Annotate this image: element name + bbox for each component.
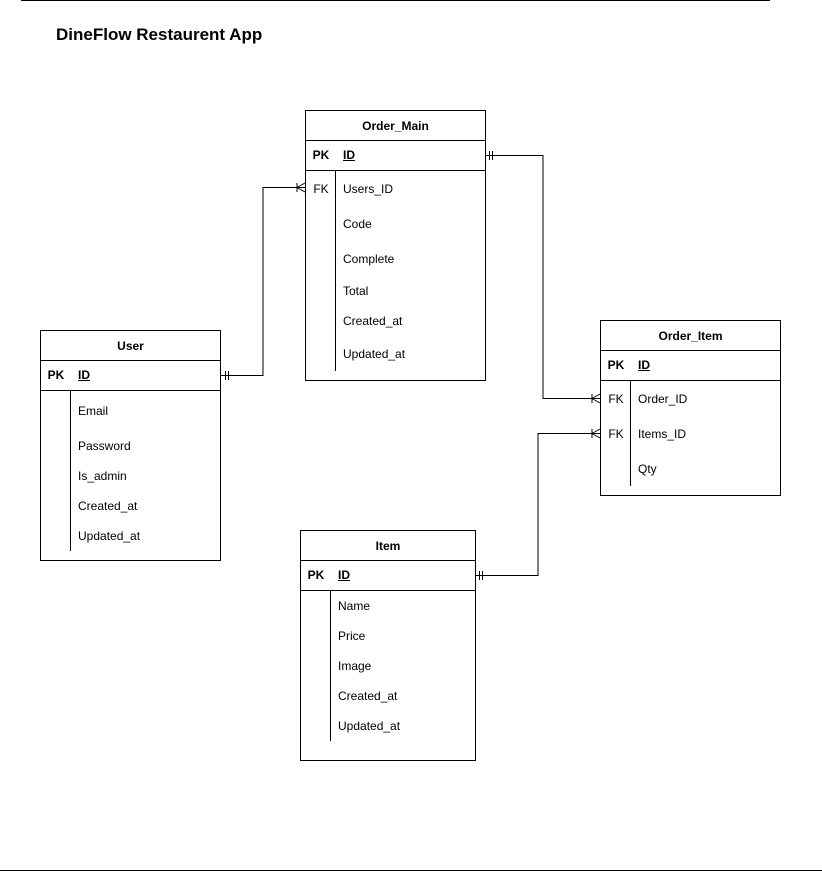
key-column-separator — [335, 171, 336, 371]
field-name: Email — [78, 404, 109, 418]
field-name: Updated_at — [343, 347, 406, 361]
field-name: Order_ID — [638, 392, 688, 406]
field-row[interactable]: FK Order_ID — [601, 389, 780, 409]
field-row[interactable]: Updated_at — [41, 526, 220, 546]
field-row[interactable]: Price — [301, 626, 475, 646]
field-row[interactable]: Updated_at — [301, 716, 475, 736]
pk-field-name: ID — [78, 368, 90, 382]
field-name: Items_ID — [638, 427, 687, 441]
field-name: Password — [78, 439, 131, 453]
connector-item-order-item[interactable] — [475, 433, 600, 576]
field-row[interactable]: Complete — [306, 249, 485, 269]
pk-label: PK — [307, 568, 325, 582]
entity-title: Order_Main — [306, 111, 485, 141]
entity-order-main[interactable]: Order_Main PK ID FK Users_ID Code Comple… — [305, 110, 486, 381]
field-name: Price — [338, 629, 366, 643]
field-row[interactable]: Email — [41, 401, 220, 421]
field-name: Name — [338, 599, 371, 613]
entity-order-item[interactable]: Order_Item PK ID FK Order_ID FK Items_ID… — [600, 320, 781, 496]
pk-row[interactable]: PK ID — [301, 561, 475, 591]
entity-item[interactable]: Item PK ID Name Price Image Created_at U… — [300, 530, 476, 761]
field-name: Image — [338, 659, 372, 673]
connector-user-order-main[interactable] — [220, 187, 305, 376]
pk-field-name: ID — [338, 568, 350, 582]
pk-row[interactable]: PK ID — [601, 351, 780, 381]
field-row[interactable]: Is_admin — [41, 466, 220, 486]
field-name: Updated_at — [78, 529, 141, 543]
pk-row[interactable]: PK ID — [41, 361, 220, 391]
field-row[interactable]: Updated_at — [306, 344, 485, 364]
pk-field-name: ID — [638, 358, 650, 372]
pk-label: PK — [47, 368, 65, 382]
field-name: Complete — [343, 252, 395, 266]
fk-label: FK — [608, 427, 624, 441]
field-name: Code — [343, 217, 372, 231]
field-name: Qty — [638, 462, 657, 476]
field-row[interactable]: Total — [306, 281, 485, 301]
field-row[interactable]: Image — [301, 656, 475, 676]
field-row[interactable]: Code — [306, 214, 485, 234]
field-row[interactable]: Created_at — [301, 686, 475, 706]
entity-title: User — [41, 331, 220, 361]
field-row[interactable]: Name — [301, 596, 475, 616]
fk-label: FK — [608, 392, 624, 406]
field-name: Created_at — [338, 689, 398, 703]
field-row[interactable]: Qty — [601, 459, 780, 479]
field-row[interactable]: Password — [41, 436, 220, 456]
field-row[interactable]: FK Users_ID — [306, 179, 485, 199]
pk-field-name: ID — [343, 148, 355, 162]
pk-label: PK — [312, 148, 330, 162]
fk-label: FK — [313, 182, 329, 196]
field-name: Users_ID — [343, 182, 394, 196]
entity-title: Order_Item — [601, 321, 780, 351]
connector-order-main-order-item[interactable] — [485, 155, 600, 399]
field-name: Total — [343, 284, 369, 298]
field-name: Updated_at — [338, 719, 401, 733]
field-name: Created_at — [78, 499, 138, 513]
field-name: Created_at — [343, 314, 403, 328]
entity-user[interactable]: User PK ID Email Password Is_admin Creat… — [40, 330, 221, 561]
entity-title: Item — [301, 531, 475, 561]
field-row[interactable]: FK Items_ID — [601, 424, 780, 444]
field-row[interactable]: Created_at — [306, 311, 485, 331]
field-name: Is_admin — [78, 469, 127, 483]
field-row[interactable]: Created_at — [41, 496, 220, 516]
pk-row[interactable]: PK ID — [306, 141, 485, 171]
pk-label: PK — [607, 358, 625, 372]
